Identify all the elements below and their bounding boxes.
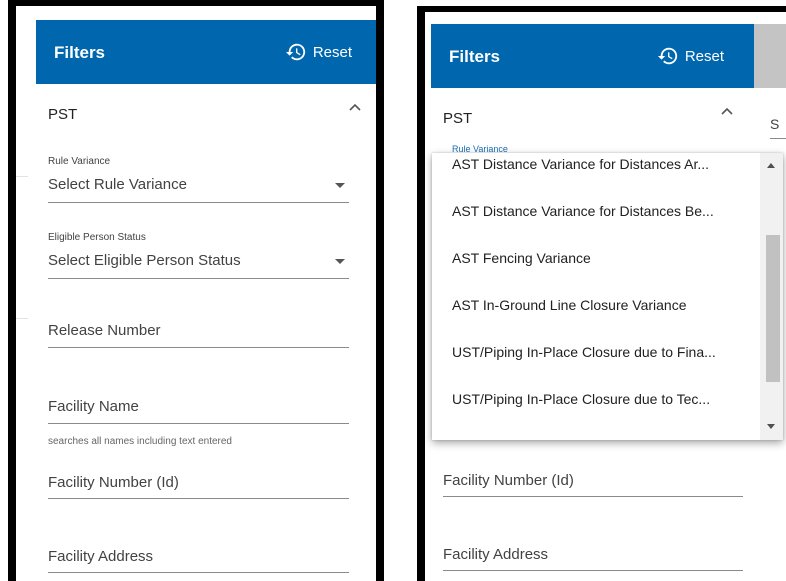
field-underline (48, 423, 349, 424)
caret-down-icon (335, 259, 345, 264)
reset-button[interactable]: Reset (657, 42, 724, 70)
facility-address-input[interactable]: Facility Address (443, 544, 743, 574)
rule-variance-dropdown[interactable]: AST Distance Variance for Distances Ar..… (432, 153, 783, 440)
facility-name-placeholder: Facility Name (48, 398, 139, 415)
filters-header: Filters Reset (36, 20, 376, 84)
filters-header: Filters Reset (431, 24, 754, 88)
left-screenshot: Filters Reset PST Rule Variance Select R… (16, 6, 376, 581)
page-divider (16, 318, 28, 319)
filters-title: Filters (449, 47, 501, 66)
history-icon (285, 43, 305, 61)
facility-number-input[interactable]: Facility Number (Id) (48, 472, 349, 502)
filters-panel: Filters Reset PST Rule Variance Select R… (36, 6, 376, 581)
history-icon (657, 47, 677, 65)
dropdown-options: AST Distance Variance for Distances Ar..… (432, 153, 760, 440)
eligible-person-status-select[interactable]: Eligible Person Status Select Eligible P… (48, 232, 349, 282)
dropdown-option[interactable]: UST/Piping In-Place Closure due to Tec..… (432, 376, 760, 423)
field-underline (443, 496, 743, 497)
facility-name-input[interactable]: Facility Name (48, 396, 349, 426)
field-underline (770, 138, 786, 139)
left-screenshot-frame: Filters Reset PST Rule Variance Select R… (8, 0, 384, 581)
facility-number-input[interactable]: Facility Number (Id) (443, 470, 743, 500)
scroll-down-arrow-icon[interactable] (767, 424, 775, 429)
dropdown-option[interactable]: UST/Piping In-Place Closure due to Fina.… (432, 329, 760, 376)
rule-variance-label: Rule Variance (48, 156, 111, 167)
facility-address-placeholder: Facility Address (443, 546, 549, 563)
field-underline (48, 347, 349, 348)
reset-label: Reset (312, 43, 352, 61)
dropdown-option[interactable]: UST TOU Non-Compliance Variance (432, 423, 760, 440)
facility-number-placeholder: Facility Number (Id) (48, 474, 179, 491)
caret-down-icon (335, 183, 345, 188)
adjacent-panel-text: S (770, 116, 780, 132)
dropdown-option[interactable]: AST Distance Variance for Distances Be..… (432, 188, 760, 235)
scroll-up-arrow-icon[interactable] (767, 163, 775, 168)
section-title-pst: PST (48, 106, 78, 123)
chevron-up-icon[interactable] (720, 106, 734, 116)
page-background (16, 6, 28, 581)
release-number-placeholder: Release Number (48, 322, 161, 339)
field-underline (48, 202, 349, 203)
dropdown-scrollbar[interactable] (760, 153, 783, 440)
reset-label: Reset (684, 47, 724, 65)
dropdown-option[interactable]: AST Distance Variance for Distances Ar..… (432, 153, 760, 188)
field-underline (48, 498, 349, 499)
field-underline (48, 572, 349, 573)
release-number-input[interactable]: Release Number (48, 320, 349, 350)
filters-title: Filters (54, 43, 106, 62)
eligible-status-value: Select Eligible Person Status (48, 252, 241, 269)
field-underline (48, 278, 349, 279)
facility-address-placeholder: Facility Address (48, 548, 154, 565)
page-divider (16, 176, 28, 177)
dropdown-option[interactable]: AST Fencing Variance (432, 235, 760, 282)
reset-button[interactable]: Reset (285, 38, 352, 66)
eligible-status-label: Eligible Person Status (48, 232, 146, 243)
chevron-up-icon[interactable] (348, 102, 362, 112)
facility-address-input[interactable]: Facility Address (48, 546, 349, 576)
field-underline (443, 570, 743, 571)
scrollbar-thumb[interactable] (766, 235, 780, 382)
facility-number-placeholder: Facility Number (Id) (443, 472, 574, 489)
facility-name-hint: searches all names including text entere… (48, 436, 232, 447)
rule-variance-value: Select Rule Variance (48, 176, 187, 193)
adjacent-panel-header (754, 24, 786, 88)
section-title-pst: PST (443, 110, 473, 127)
rule-variance-select[interactable]: Rule Variance Select Rule Variance (48, 156, 349, 206)
dropdown-option[interactable]: AST In-Ground Line Closure Variance (432, 282, 760, 329)
